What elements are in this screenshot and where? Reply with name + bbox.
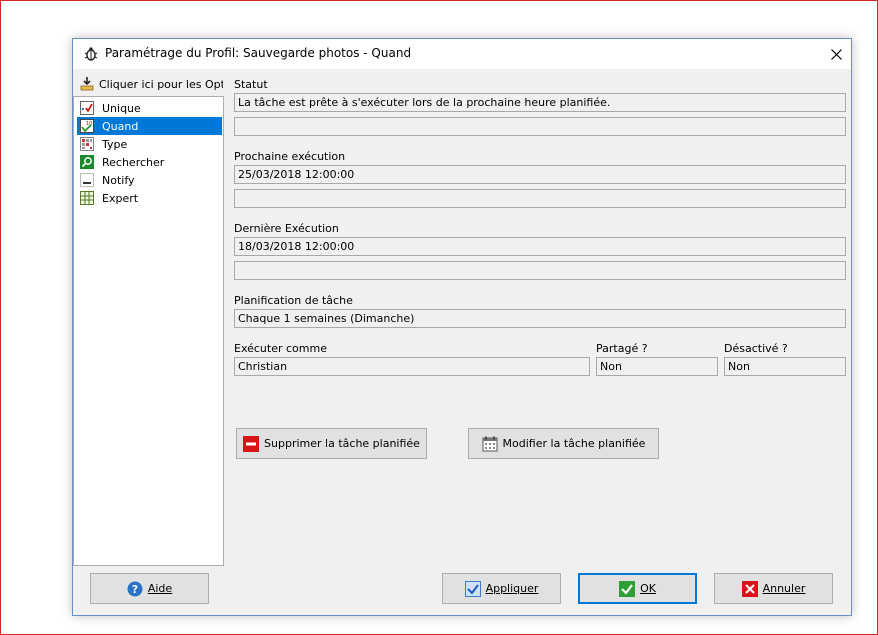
help-icon: ? (127, 581, 143, 596)
search-icon (80, 155, 94, 169)
run-as-field: Christian (234, 357, 590, 376)
help-label: Aide (147, 582, 173, 595)
cancel-label: Annuler (762, 582, 806, 595)
table-icon (80, 191, 94, 205)
notify-icon (80, 173, 94, 187)
svg-text:?: ? (132, 583, 138, 596)
cancel-x-icon (741, 580, 758, 597)
sidebar-item-label: Quand (102, 119, 139, 133)
modify-task-button[interactable]: Modifier la tâche planifiée (468, 428, 659, 459)
disabled-label: Désactivé ? (724, 342, 788, 355)
sidebar-item-label: Type (102, 137, 128, 151)
close-button[interactable] (821, 39, 851, 69)
next-run-field: 25/03/2018 12:00:00 (234, 165, 846, 184)
last-run-field: 18/03/2018 12:00:00 (234, 237, 846, 256)
checklist-icon (80, 101, 94, 115)
minus-red-icon (243, 435, 260, 452)
apply-button[interactable]: Appliquer (442, 573, 561, 604)
sidebar-item-expert[interactable]: Expert (77, 189, 222, 207)
sidebar-item-label: Expert (102, 191, 139, 205)
sidebar-item-rechercher[interactable]: Rechercher (77, 153, 222, 171)
options-list[interactable]: Unique 10 Quand Type Rechercher Notify E… (73, 96, 224, 566)
ok-label: OK (640, 582, 656, 595)
sidebar-item-label: Rechercher (102, 155, 165, 169)
options-header-label: Cliquer ici pour les Opti (99, 77, 223, 91)
run-as-label: Exécuter comme (234, 342, 327, 355)
status-field: La tâche est prête à s'exécuter lors de … (234, 93, 846, 112)
schedule-field: Chaque 1 semaines (Dimanche) (234, 309, 846, 328)
title-bar[interactable]: Paramétrage du Profil: Sauvegarde photos… (73, 39, 851, 69)
calendar-icon (482, 436, 498, 451)
window-title: Paramétrage du Profil: Sauvegarde photos… (105, 46, 412, 60)
grid-icon (80, 137, 94, 151)
options-header-button[interactable]: Cliquer ici pour les Opti (79, 74, 223, 94)
help-button[interactable]: ? Aide (90, 573, 209, 604)
sidebar-item-quand[interactable]: 10 Quand (77, 117, 222, 135)
apply-check-icon (464, 580, 481, 597)
profile-settings-dialog: Paramétrage du Profil: Sauvegarde photos… (72, 38, 852, 616)
sidebar-item-type[interactable]: Type (77, 135, 222, 153)
sidebar-item-unique[interactable]: Unique (77, 99, 222, 117)
modify-task-label: Modifier la tâche planifiée (502, 437, 646, 450)
close-icon (830, 48, 842, 60)
shared-field: Non (596, 357, 718, 376)
shared-label: Partagé ? (596, 342, 648, 355)
last-run-extra-field (234, 261, 846, 280)
apply-label: Appliquer (485, 582, 539, 595)
cancel-button[interactable]: Annuler (714, 573, 833, 604)
disabled-field: Non (724, 357, 846, 376)
delete-task-label: Supprimer la tâche planifiée (264, 437, 420, 450)
ok-button[interactable]: OK (578, 573, 697, 604)
status-extra-field (234, 117, 846, 136)
status-label: Statut (234, 78, 268, 91)
check-icon (619, 580, 636, 597)
sidebar-item-notify[interactable]: Notify (77, 171, 222, 189)
next-run-extra-field (234, 189, 846, 208)
next-run-label: Prochaine exécution (234, 150, 346, 163)
download-arrow-icon (80, 77, 94, 91)
schedule-label: Planification de tâche (234, 294, 353, 307)
delete-task-button[interactable]: Supprimer la tâche planifiée (236, 428, 427, 459)
sidebar-item-label: Notify (102, 173, 135, 187)
calendar-icon: 10 (80, 119, 94, 133)
sidebar-item-label: Unique (102, 101, 141, 115)
last-run-label: Dernière Exécution (234, 222, 339, 235)
bug-gear-icon (84, 47, 98, 61)
